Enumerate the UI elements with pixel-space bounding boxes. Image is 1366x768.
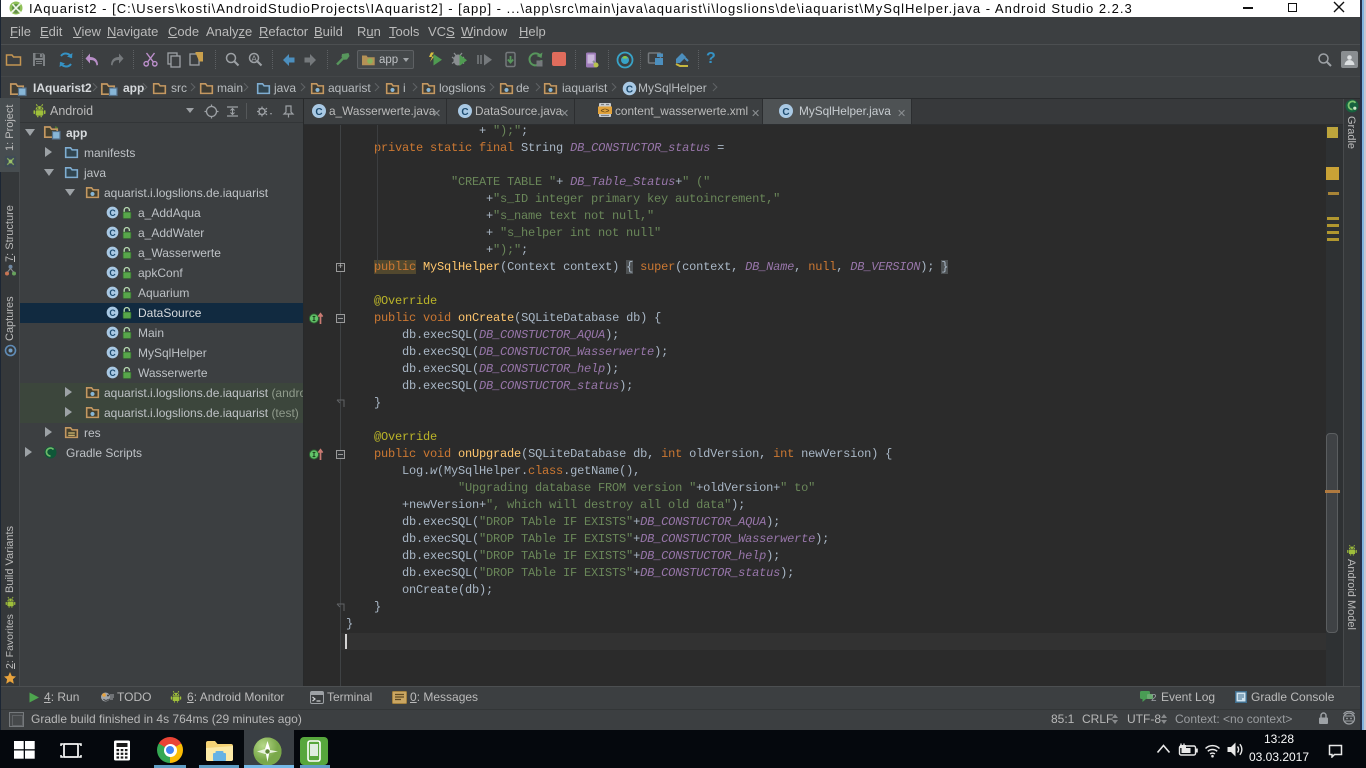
svg-text:<>: <>	[600, 108, 610, 116]
svg-text:C: C	[109, 368, 116, 378]
svg-text:C: C	[109, 348, 116, 358]
svg-text:C: C	[109, 248, 116, 258]
svg-text:A: A	[251, 54, 257, 64]
svg-text:C: C	[109, 208, 116, 218]
svg-text:C: C	[109, 288, 116, 298]
svg-text:C: C	[109, 228, 116, 238]
svg-text:C: C	[315, 107, 322, 118]
svg-text:C: C	[109, 308, 116, 318]
svg-text:C: C	[782, 107, 789, 118]
svg-text:C: C	[461, 107, 468, 118]
svg-text:C: C	[109, 328, 116, 338]
svg-text:C: C	[626, 85, 633, 96]
svg-text:C: C	[109, 268, 116, 278]
